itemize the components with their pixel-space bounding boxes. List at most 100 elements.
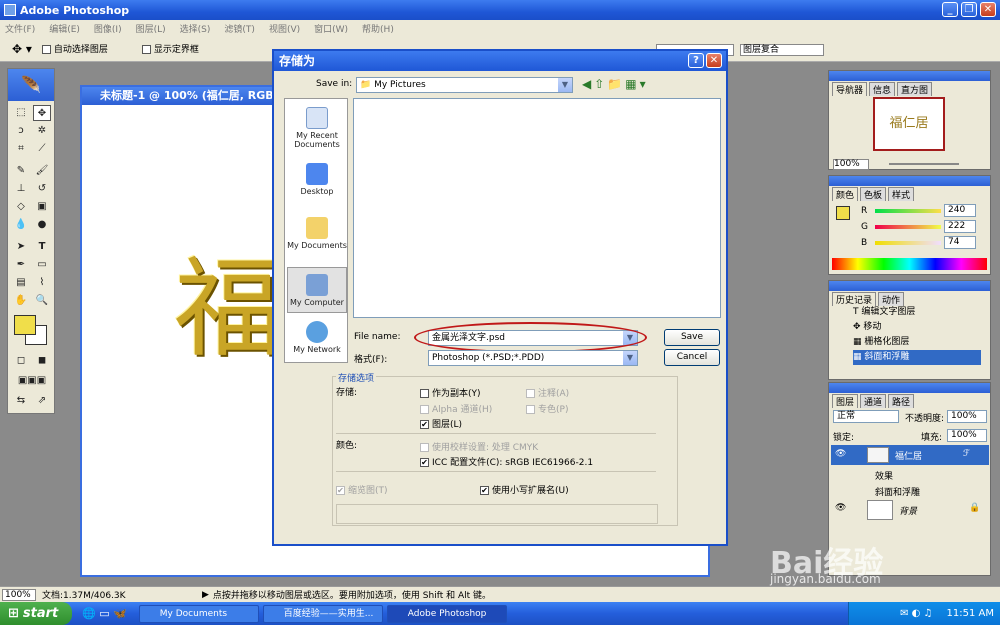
marquee-tool-icon[interactable]: ⬚ <box>12 105 30 121</box>
g-value[interactable]: 222 <box>944 220 976 233</box>
place-my-documents[interactable]: My Documents <box>287 217 347 250</box>
minimize-button[interactable]: _ <box>942 2 958 17</box>
standard-mode-icon[interactable]: ◻ <box>12 353 30 369</box>
close-button[interactable]: ✕ <box>980 2 996 17</box>
icc-checkbox[interactable]: ✔ ICC 配置文件(C): sRGB IEC61966-2.1 <box>420 455 593 468</box>
auto-select-checkbox[interactable]: 自动选择图层 <box>41 42 108 55</box>
tab-swatches[interactable]: 色板 <box>860 187 887 201</box>
spot-checkbox[interactable]: 专色(P) <box>526 402 568 415</box>
layers-checkbox[interactable]: ✔ 图层(L) <box>420 417 462 430</box>
screen-mode-icons[interactable]: ▣▣▣ <box>12 373 52 389</box>
blend-mode-select[interactable]: 正常 <box>833 410 899 423</box>
thumbnail-checkbox[interactable]: ✔ 缩览图(T) <box>336 483 388 496</box>
status-zoom[interactable]: 100% <box>2 588 36 601</box>
history-item-selected[interactable]: ▦ 斜面和浮雕 <box>853 350 981 365</box>
menu-window[interactable]: 窗口(W) <box>314 22 348 35</box>
navigator-zoom[interactable]: 100% <box>833 159 869 170</box>
dodge-tool-icon[interactable]: ● <box>33 217 51 233</box>
tab-navigator[interactable]: 导航器 <box>832 82 868 96</box>
quicklaunch-icons[interactable]: 🌐 ▭ 🦋 <box>82 607 127 620</box>
b-value[interactable]: 74 <box>944 236 976 249</box>
clone-stamp-icon[interactable]: ⊥ <box>12 181 30 197</box>
tab-paths[interactable]: 路径 <box>888 394 915 408</box>
dialog-close-button[interactable]: ✕ <box>706 53 722 68</box>
crop-tool-icon[interactable]: ⌗ <box>12 141 30 157</box>
tab-color[interactable]: 颜色 <box>832 187 859 201</box>
layer-row-background[interactable]: 👁 背景 🔒 <box>831 499 989 521</box>
as-copy-checkbox[interactable]: 作为副本(Y) <box>420 386 481 399</box>
r-slider[interactable] <box>875 209 941 213</box>
bevel-effect[interactable]: 斜面和浮雕 <box>875 485 920 498</box>
tab-histogram[interactable]: 直方图 <box>897 82 933 96</box>
eraser-tool-icon[interactable]: ◇ <box>12 199 30 215</box>
save-in-select[interactable]: 📁 My Pictures ▼ <box>356 77 573 93</box>
history-brush-icon[interactable]: ↺ <box>33 181 51 197</box>
g-slider[interactable] <box>875 225 941 229</box>
menu-filter[interactable]: 滤镜(T) <box>224 22 255 35</box>
imageready-icon[interactable]: ⇆ <box>12 393 30 409</box>
menu-select[interactable]: 选择(S) <box>180 22 211 35</box>
cancel-button[interactable]: Cancel <box>664 349 720 366</box>
quickmask-mode-icon[interactable]: ◼ <box>33 353 51 369</box>
task-my-documents[interactable]: My Documents <box>138 604 259 623</box>
help-button[interactable]: ? <box>688 53 704 68</box>
move-tool-icon[interactable]: ✥ ▾ <box>12 42 32 56</box>
place-my-network[interactable]: My Network <box>287 321 347 354</box>
start-button[interactable]: ⊞ start <box>0 602 72 625</box>
navigator-zoom-slider[interactable] <box>889 163 959 165</box>
lasso-tool-icon[interactable]: ↄ <box>12 123 30 139</box>
task-baidu[interactable]: 百度经验——实用生... <box>262 604 383 623</box>
history-item[interactable]: ▦ 栅格化图层 <box>853 335 981 350</box>
history-item[interactable]: T 编辑文字图层 <box>853 305 981 320</box>
menu-file[interactable]: 文件(F) <box>5 22 35 35</box>
proof-checkbox[interactable]: 使用校样设置: 处理 CMYK <box>420 440 538 453</box>
zoom-tool-icon[interactable]: 🔍 <box>33 293 51 309</box>
color-fg-swatch[interactable] <box>836 206 850 220</box>
fx-icon[interactable]: ℱ <box>963 449 970 459</box>
alpha-checkbox[interactable]: Alpha 通道(H) <box>420 402 492 415</box>
place-my-computer[interactable]: My Computer <box>287 267 347 313</box>
tab-channels[interactable]: 通道 <box>860 394 887 408</box>
r-value[interactable]: 240 <box>944 204 976 217</box>
lowercase-ext-checkbox[interactable]: ✔ 使用小写扩展名(U) <box>480 483 569 496</box>
status-arrow-icon[interactable]: ▶ <box>202 590 209 600</box>
place-desktop[interactable]: Desktop <box>287 163 347 196</box>
slice-tool-icon[interactable]: ⟋ <box>33 141 51 157</box>
format-select[interactable]: Photoshop (*.PSD;*.PDD) ▼ <box>428 350 638 366</box>
notes-checkbox[interactable]: 注释(A) <box>526 386 569 399</box>
maximize-button[interactable]: ❐ <box>961 2 977 17</box>
type-tool-icon[interactable]: T <box>33 239 51 255</box>
tab-history[interactable]: 历史记录 <box>832 292 877 306</box>
file-list[interactable] <box>353 98 721 318</box>
nav-toolbar-icons[interactable]: ◀⇧📁▦▾ <box>582 77 649 91</box>
gradient-tool-icon[interactable]: ▣ <box>33 199 51 215</box>
b-slider[interactable] <box>875 241 941 245</box>
task-photoshop[interactable]: Adobe Photoshop <box>386 604 507 623</box>
menu-view[interactable]: 视图(V) <box>269 22 300 35</box>
jump-icon[interactable]: ⇗ <box>33 393 51 409</box>
opacity-field[interactable]: 100% <box>947 410 987 423</box>
tab-actions[interactable]: 动作 <box>878 292 905 306</box>
eye-icon[interactable]: 👁 <box>835 449 846 459</box>
menu-help[interactable]: 帮助(H) <box>362 22 394 35</box>
history-item[interactable]: ✥ 移动 <box>853 320 981 335</box>
shape-tool-icon[interactable]: ▭ <box>33 257 51 273</box>
healing-brush-icon[interactable]: ✎ <box>12 163 30 179</box>
save-button[interactable]: Save <box>664 329 720 346</box>
place-recent[interactable]: My Recent Documents <box>287 107 347 149</box>
move-tool-icon[interactable]: ✥ <box>33 105 51 121</box>
tray-icons[interactable]: ✉ ◐ ♫ <box>900 608 932 619</box>
fill-field[interactable]: 100% <box>947 429 987 442</box>
layer-row-text[interactable]: 👁 福仁居 ℱ <box>831 445 989 465</box>
layer-comps-tab[interactable]: 图层复合 <box>740 44 824 56</box>
menu-image[interactable]: 图像(I) <box>94 22 122 35</box>
eyedropper-icon[interactable]: ⌇ <box>33 275 51 291</box>
brush-tool-icon[interactable]: 🖌 <box>33 163 51 179</box>
tab-info[interactable]: 信息 <box>869 82 896 96</box>
menu-layer[interactable]: 图层(L) <box>136 22 166 35</box>
color-ramp[interactable] <box>832 258 987 270</box>
pen-tool-icon[interactable]: ✒ <box>12 257 30 273</box>
tab-styles[interactable]: 样式 <box>888 187 915 201</box>
blur-tool-icon[interactable]: 💧 <box>12 217 30 233</box>
show-bounds-checkbox[interactable]: 显示定界框 <box>141 42 199 55</box>
